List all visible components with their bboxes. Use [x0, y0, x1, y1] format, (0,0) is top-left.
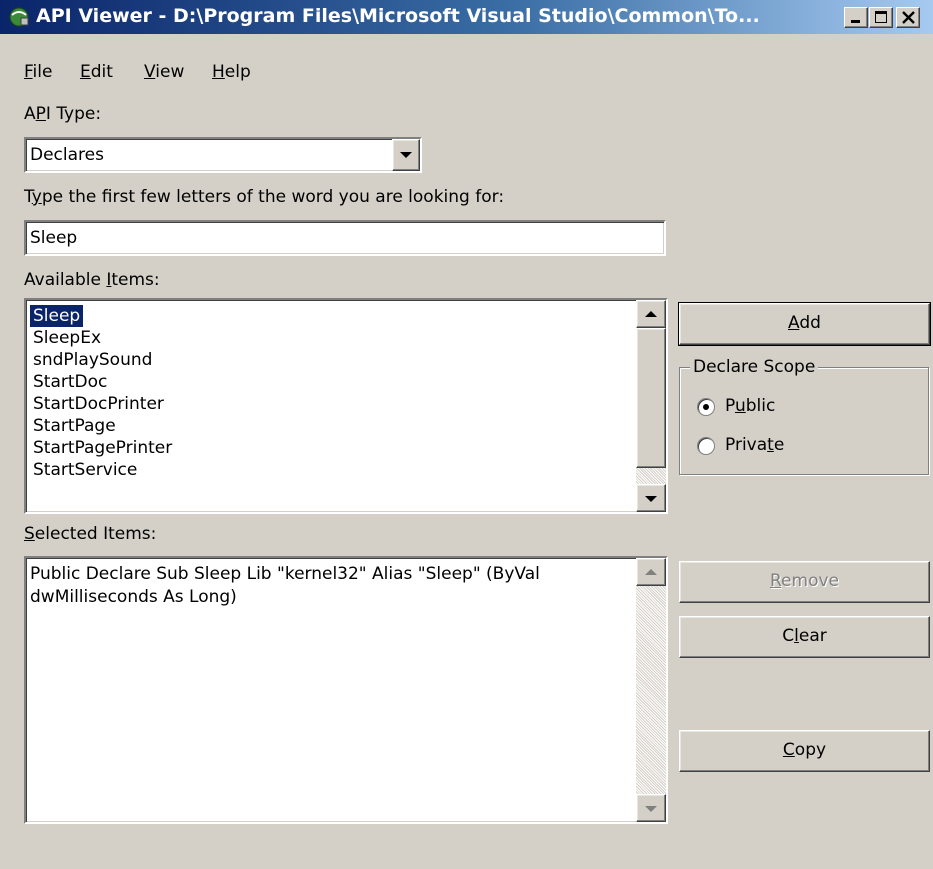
list-item[interactable]: StartDocPrinter: [30, 393, 167, 415]
menu-file[interactable]: File: [24, 62, 52, 82]
api-viewer-app-icon: [9, 7, 29, 27]
close-icon: [902, 11, 915, 24]
search-input-value: Sleep: [30, 228, 78, 248]
public-radio-circle[interactable]: [697, 398, 715, 416]
list-item[interactable]: Sleep: [30, 305, 84, 327]
api-type-label: API Type:: [24, 104, 102, 124]
menu-help[interactable]: Help: [212, 62, 251, 82]
arrow-up-icon: [645, 569, 657, 575]
selected-items-label: Selected Items:: [24, 524, 157, 544]
private-radio[interactable]: Private: [697, 435, 847, 459]
add-button[interactable]: Add: [678, 302, 931, 346]
private-radio-label: Private: [725, 435, 785, 455]
title-bar[interactable]: API Viewer - D:\Program Files\Microsoft …: [0, 0, 933, 34]
list-item[interactable]: StartService: [30, 459, 140, 481]
list-item[interactable]: StartPage: [30, 415, 119, 437]
scroll-up-button[interactable]: [636, 300, 666, 328]
list-item[interactable]: sndPlaySound: [30, 349, 155, 371]
available-scrollbar[interactable]: [636, 300, 666, 512]
scroll-up-button[interactable]: [636, 558, 666, 586]
maximize-button[interactable]: [869, 7, 893, 28]
arrow-up-icon: [645, 311, 657, 317]
public-radio[interactable]: Public: [697, 396, 847, 420]
remove-button[interactable]: Remove: [679, 561, 930, 603]
selected-scrollbar[interactable]: [636, 558, 666, 822]
selected-items-textbox[interactable]: Public Declare Sub Sleep Lib "kernel32" …: [24, 556, 668, 824]
api-type-dropdown[interactable]: Declares: [24, 137, 422, 173]
scroll-down-button[interactable]: [636, 484, 666, 512]
window-title: API Viewer - D:\Program Files\Microsoft …: [36, 5, 760, 27]
arrow-down-icon: [645, 806, 657, 812]
search-input[interactable]: Sleep: [24, 220, 666, 256]
chevron-down-icon: [400, 152, 412, 158]
scroll-thumb[interactable]: [636, 328, 666, 468]
maximize-icon: [875, 11, 887, 23]
minimize-button[interactable]: [844, 7, 868, 28]
arrow-down-icon: [645, 496, 657, 502]
declare-scope-title: Declare Scope: [690, 357, 819, 377]
available-items-label: Available Items:: [24, 270, 160, 290]
public-radio-label: Public: [725, 396, 776, 416]
menu-edit[interactable]: Edit: [80, 62, 113, 82]
copy-button[interactable]: Copy: [679, 730, 930, 772]
api-type-value: Declares: [30, 145, 104, 165]
available-items-list[interactable]: Sleep SleepEx sndPlaySound StartDoc Star…: [24, 298, 668, 514]
menu-view[interactable]: View: [144, 62, 184, 82]
radio-checked-dot: [703, 404, 709, 410]
search-label: Type the first few letters of the word y…: [24, 187, 505, 207]
scroll-down-button[interactable]: [636, 794, 666, 822]
list-item[interactable]: StartDoc: [30, 371, 110, 393]
selected-items-text: Public Declare Sub Sleep Lib "kernel32" …: [30, 564, 540, 607]
close-button[interactable]: [896, 7, 920, 28]
minimize-icon: [851, 20, 860, 23]
private-radio-circle[interactable]: [697, 437, 715, 455]
api-type-dropdown-button[interactable]: [392, 139, 420, 171]
list-item[interactable]: SleepEx: [30, 327, 104, 349]
clear-button[interactable]: Clear: [679, 616, 930, 658]
list-item[interactable]: StartPagePrinter: [30, 437, 175, 459]
